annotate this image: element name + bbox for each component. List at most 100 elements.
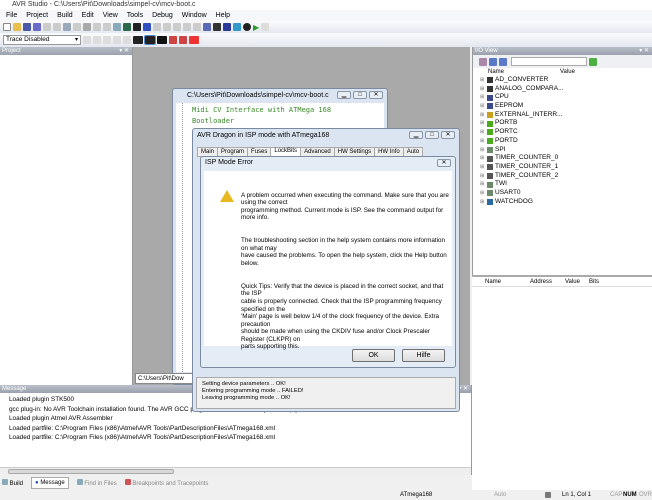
trace-out-icon[interactable] [103,36,111,44]
program-icon[interactable] [213,23,221,31]
open-folder-icon[interactable] [13,23,21,31]
tree-view-icon[interactable] [489,57,497,66]
expand-icon[interactable]: ⊞ [480,85,485,94]
run-icon[interactable]: ▶ [253,23,259,32]
trace-clear-icon[interactable] [123,36,131,44]
locals-icon[interactable] [179,36,187,44]
expand-icon[interactable]: ⊞ [480,76,485,85]
expand-icon[interactable]: ⊞ [480,180,485,189]
expand-icon[interactable]: ⊞ [480,93,485,102]
cut-icon[interactable] [53,23,61,31]
horizontal-scrollbar[interactable] [0,467,471,475]
tab-build[interactable]: Build [2,478,23,487]
io-tree-item[interactable]: ⊞ TIMER_COUNTER_2 [473,172,652,181]
io-search-input[interactable] [511,57,587,66]
close-button[interactable]: ✕ [369,91,383,99]
column-address[interactable]: Address [530,277,565,286]
build-icon[interactable] [203,23,211,31]
io-tree-item[interactable]: ⊞ PORTD [473,137,652,146]
disassembly-icon[interactable] [157,36,167,44]
io-tree-item[interactable]: ⊞ PORTB [473,119,652,128]
code-line[interactable]: Midi CV Interface with ATMega 168 [192,106,331,114]
close-button[interactable]: ✕ [441,131,455,139]
new-file-icon[interactable] [3,23,11,31]
paste-icon[interactable] [73,23,81,31]
connect-icon[interactable] [233,23,241,31]
editor-tab[interactable]: C:\Users\Pit\Dow [135,373,195,384]
expand-icon[interactable]: ⊞ [480,172,485,181]
expand-icon[interactable]: ⊞ [480,137,485,146]
menu-edit[interactable]: Edit [82,10,94,21]
close-button[interactable]: ✕ [437,159,451,167]
expand-icon[interactable]: ⊞ [480,128,485,137]
list-view-icon[interactable] [499,57,507,66]
tab-breakpoints[interactable]: Breakpoints and Tracepoints [124,478,208,487]
code-line[interactable]: Bootloader [192,117,234,125]
menu-project[interactable]: Project [26,10,48,21]
menu-tools[interactable]: Tools [127,10,143,21]
io-tree-item[interactable]: ⊞ CPU [473,93,652,102]
nop-icon[interactable] [189,36,199,44]
indent-icon[interactable] [153,23,161,31]
menu-help[interactable]: Help [216,10,230,21]
io-tree-item[interactable]: ⊞ TIMER_COUNTER_1 [473,163,652,172]
comment-icon[interactable] [173,23,181,31]
expand-icon[interactable]: ⊞ [480,198,485,207]
io-tree-item[interactable]: ⊞ EEPROM [473,102,652,111]
go-icon[interactable] [589,57,597,66]
memory-icon[interactable] [133,36,143,44]
copy-icon[interactable] [63,23,71,31]
menu-debug[interactable]: Debug [152,10,173,21]
menu-view[interactable]: View [103,10,118,21]
tab-message[interactable]: ● Message [31,476,69,489]
column-bits[interactable]: Bits [589,277,599,286]
io-tree-item[interactable]: ⊞ SPI [473,146,652,155]
filter-icon[interactable] [479,57,487,66]
bookmark-icon[interactable] [143,23,151,31]
redo-icon[interactable] [93,23,101,31]
io-tree-item[interactable]: ⊞ WATCHDOG [473,198,652,207]
column-value[interactable]: Value [565,277,589,286]
io-tree-item[interactable]: ⊞ ANALOG_COMPARA... [473,85,652,94]
expand-icon[interactable]: ⊞ [480,119,485,128]
tab-find-in-files[interactable]: Find in Files [76,478,117,487]
expand-icon[interactable]: ⊞ [480,102,485,111]
uncomment-icon[interactable] [183,23,191,31]
trace-step-icon[interactable] [83,36,91,44]
column-name[interactable]: Name [485,277,530,286]
menu-build[interactable]: Build [57,10,73,21]
io-tree-item[interactable]: ⊞ PORTC [473,128,652,137]
record-icon[interactable] [243,23,251,31]
maximize-button[interactable]: □ [425,131,439,139]
print-icon[interactable] [83,23,91,31]
watch-icon[interactable] [169,36,177,44]
menu-window[interactable]: Window [182,10,207,21]
expand-icon[interactable]: ⊞ [480,163,485,172]
registers-icon[interactable] [144,35,156,45]
expand-icon[interactable]: ⊞ [480,154,485,163]
minimize-button[interactable]: ▁ [337,91,351,99]
ok-button[interactable]: OK [352,349,395,362]
binoculars-icon[interactable] [133,23,141,31]
minimize-button[interactable]: ▁ [409,131,423,139]
close-icon[interactable]: ▾ ✕ [639,47,649,55]
io-tree-item[interactable]: ⊞ TIMER_COUNTER_0 [473,154,652,163]
io-tree-item[interactable]: ⊞ EXTERNAL_INTERR... [473,111,652,120]
column-name[interactable]: Name [488,68,560,76]
scrollbar-thumb[interactable] [8,469,174,474]
find-in-files-icon[interactable] [123,23,131,31]
expand-icon[interactable]: ⊞ [480,146,485,155]
close-icon[interactable]: ▾ ✕ [119,47,129,55]
save-all-icon[interactable] [33,23,41,31]
expand-icon[interactable]: ⊞ [480,111,485,120]
io-tree-item[interactable]: ⊞ TWI [473,180,652,189]
save-icon[interactable] [23,23,31,31]
help-button[interactable]: Hilfe [402,349,445,362]
outdent-icon[interactable] [163,23,171,31]
trace-over-icon[interactable] [93,36,101,44]
io-tree-item[interactable]: ⊞ AD_CONVERTER [473,76,652,85]
chip-icon[interactable] [223,23,231,31]
maximize-button[interactable]: □ [353,91,367,99]
format-icon[interactable] [193,23,201,31]
menu-file[interactable]: File [6,10,17,21]
